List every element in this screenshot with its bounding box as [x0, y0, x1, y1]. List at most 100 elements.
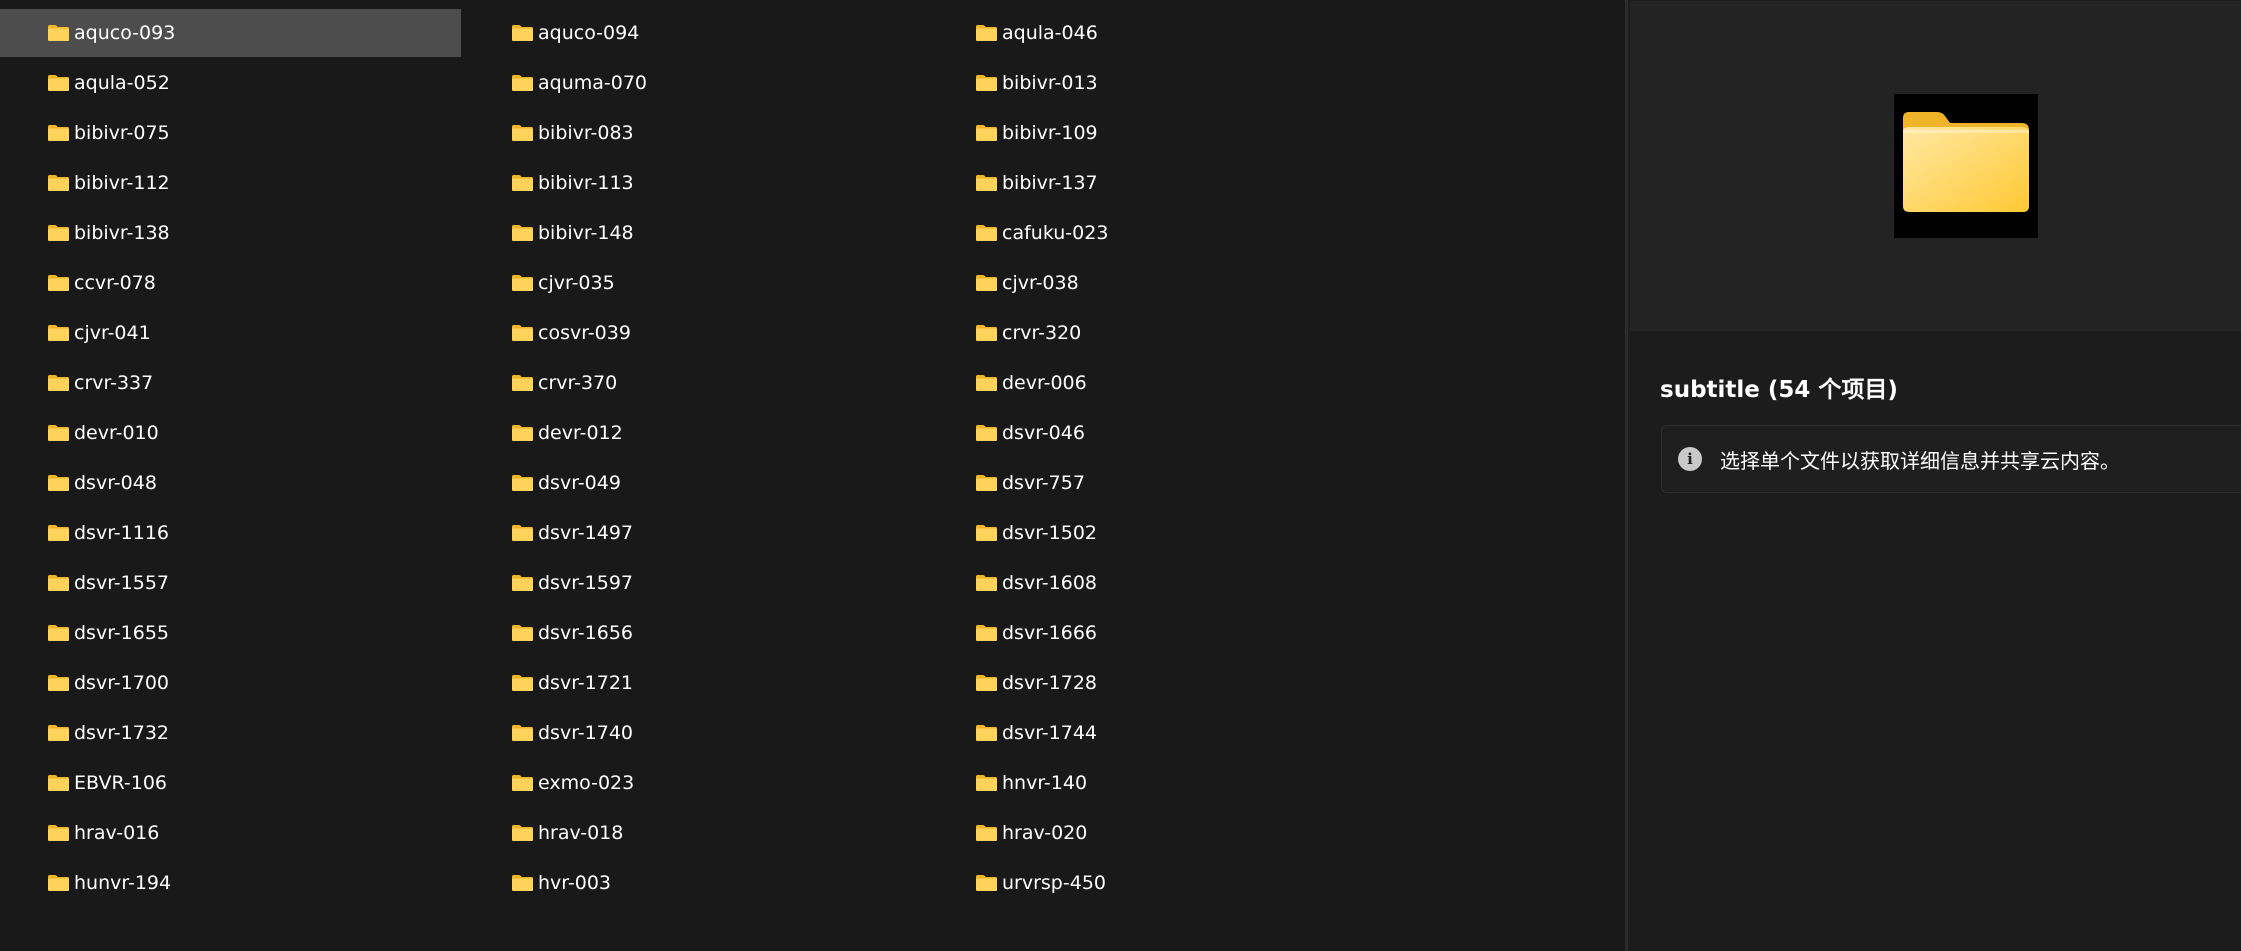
- folder-icon: [48, 275, 69, 291]
- folder-item[interactable]: dsvr-1744: [928, 709, 1389, 757]
- folder-item[interactable]: crvr-337: [0, 359, 461, 407]
- folder-item[interactable]: dsvr-1116: [0, 509, 461, 557]
- folder-icon: [512, 875, 533, 891]
- folder-item-label: hnvr-140: [1002, 772, 1088, 794]
- folder-icon: [48, 375, 69, 391]
- folder-item-label: bibivr-075: [74, 122, 170, 144]
- folder-item-label: dsvr-1728: [1002, 672, 1098, 694]
- folder-icon: [48, 325, 69, 341]
- folder-item-label: EBVR-106: [74, 772, 168, 794]
- folder-item[interactable]: dsvr-1728: [928, 659, 1389, 707]
- folder-item-label: hvr-003: [538, 872, 612, 894]
- folder-item[interactable]: dsvr-1608: [928, 559, 1389, 607]
- folder-item[interactable]: ccvr-078: [0, 259, 461, 307]
- folder-item[interactable]: cafuku-023: [928, 209, 1389, 257]
- folder-item[interactable]: dsvr-1666: [928, 609, 1389, 657]
- folder-item[interactable]: bibivr-109: [928, 109, 1389, 157]
- folder-item[interactable]: aquco-093: [0, 9, 461, 57]
- folder-item-label: cosvr-039: [538, 322, 631, 344]
- folder-item[interactable]: cjvr-041: [0, 309, 461, 357]
- folder-icon: [976, 875, 997, 891]
- folder-item-label: crvr-337: [74, 372, 154, 394]
- folder-item[interactable]: urvrsp-450: [928, 859, 1389, 907]
- folder-item[interactable]: bibivr-075: [0, 109, 461, 157]
- folder-item[interactable]: aqula-046: [928, 9, 1389, 57]
- folder-item[interactable]: devr-012: [464, 409, 925, 457]
- folder-item-label: dsvr-1744: [1002, 722, 1098, 744]
- folder-icon: [512, 825, 533, 841]
- folder-icon: [512, 225, 533, 241]
- file-explorer-window: aquco-093 aquco-094 aqula-046 aqula-052 aqum…: [0, 0, 2241, 951]
- folder-item[interactable]: dsvr-049: [464, 459, 925, 507]
- folder-icon: [48, 725, 69, 741]
- folder-item[interactable]: cosvr-039: [464, 309, 925, 357]
- folder-item-label: dsvr-1700: [74, 672, 170, 694]
- folder-item[interactable]: hrav-020: [928, 809, 1389, 857]
- folder-item[interactable]: hvr-003: [464, 859, 925, 907]
- folder-item-label: dsvr-757: [1002, 472, 1085, 494]
- folder-item[interactable]: dsvr-1700: [0, 659, 461, 707]
- folder-item-label: dsvr-1740: [538, 722, 634, 744]
- folder-item[interactable]: dsvr-1721: [464, 659, 925, 707]
- folder-item[interactable]: dsvr-1557: [0, 559, 461, 607]
- folder-item-label: urvrsp-450: [1002, 872, 1106, 894]
- folder-item[interactable]: exmo-023: [464, 759, 925, 807]
- folder-item[interactable]: EBVR-106: [0, 759, 461, 807]
- folder-item[interactable]: bibivr-113: [464, 159, 925, 207]
- folder-icon: [976, 675, 997, 691]
- folder-item[interactable]: devr-010: [0, 409, 461, 457]
- folder-item[interactable]: dsvr-1597: [464, 559, 925, 607]
- folder-icon: [48, 825, 69, 841]
- folder-icon: [976, 175, 997, 191]
- folder-item[interactable]: hrav-018: [464, 809, 925, 857]
- folder-item[interactable]: dsvr-1656: [464, 609, 925, 657]
- info-message: 选择单个文件以获取详细信息并共享云内容。: [1720, 448, 2120, 473]
- folder-item[interactable]: crvr-370: [464, 359, 925, 407]
- folder-item[interactable]: dsvr-1497: [464, 509, 925, 557]
- folder-item[interactable]: cjvr-035: [464, 259, 925, 307]
- folder-item-label: bibivr-138: [74, 222, 170, 244]
- folder-item[interactable]: dsvr-1732: [0, 709, 461, 757]
- folder-item-label: dsvr-1557: [74, 572, 170, 594]
- folder-item[interactable]: aqula-052: [0, 59, 461, 107]
- file-list-pane[interactable]: aquco-093 aquco-094 aqula-046 aqula-052 aqum…: [0, 0, 1625, 951]
- folder-item[interactable]: dsvr-1655: [0, 609, 461, 657]
- folder-item[interactable]: bibivr-148: [464, 209, 925, 257]
- folder-icon: [48, 575, 69, 591]
- folder-item[interactable]: aquco-094: [464, 9, 925, 57]
- folder-icon: [512, 375, 533, 391]
- folder-item[interactable]: dsvr-046: [928, 409, 1389, 457]
- folder-item[interactable]: aquma-070: [464, 59, 925, 107]
- folder-item[interactable]: hunvr-194: [0, 859, 461, 907]
- folder-item[interactable]: hnvr-140: [928, 759, 1389, 807]
- folder-item[interactable]: dsvr-1740: [464, 709, 925, 757]
- folder-item[interactable]: devr-006: [928, 359, 1389, 407]
- folder-item[interactable]: bibivr-083: [464, 109, 925, 157]
- folder-item[interactable]: dsvr-1502: [928, 509, 1389, 557]
- folder-item[interactable]: bibivr-138: [0, 209, 461, 257]
- folder-item[interactable]: bibivr-013: [928, 59, 1389, 107]
- folder-icon: [48, 25, 69, 41]
- folder-item-label: devr-012: [538, 422, 623, 444]
- folder-item[interactable]: bibivr-112: [0, 159, 461, 207]
- folder-icon: [976, 425, 997, 441]
- folder-item-label: dsvr-046: [1002, 422, 1085, 444]
- details-pane: subtitle (54 个项目) i 选择单个文件以获取详细信息并共享云内容。: [1628, 0, 2241, 951]
- folder-item[interactable]: bibivr-137: [928, 159, 1389, 207]
- folder-large-svg: [1903, 112, 2029, 212]
- folder-item[interactable]: dsvr-757: [928, 459, 1389, 507]
- folder-item[interactable]: dsvr-048: [0, 459, 461, 507]
- folder-item-label: dsvr-1608: [1002, 572, 1098, 594]
- folder-item-label: hrav-020: [1002, 822, 1088, 844]
- folder-icon: [512, 675, 533, 691]
- preview-area: [1630, 1, 2241, 331]
- folder-item[interactable]: hrav-016: [0, 809, 461, 857]
- folder-item-label: dsvr-1655: [74, 622, 170, 644]
- folder-item[interactable]: cjvr-038: [928, 259, 1389, 307]
- folder-icon: [976, 225, 997, 241]
- folder-item[interactable]: crvr-320: [928, 309, 1389, 357]
- folder-item-label: bibivr-109: [1002, 122, 1098, 144]
- info-icon: i: [1678, 447, 1702, 471]
- folder-item-label: dsvr-049: [538, 472, 621, 494]
- folder-icon: [976, 325, 997, 341]
